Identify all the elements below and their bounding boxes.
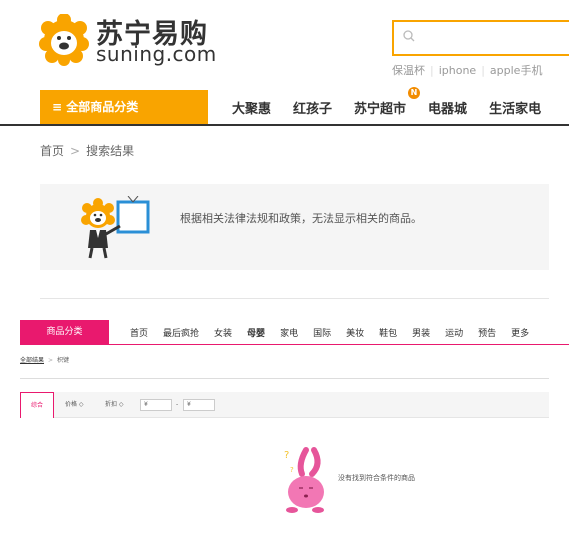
nav2-item[interactable]: 美妆 [346, 326, 364, 339]
nav2-item[interactable]: 女装 [214, 326, 232, 339]
results-divider [20, 378, 549, 379]
nav2-item[interactable]: 最后疯抢 [163, 326, 199, 339]
price-range-separator: - [176, 401, 179, 408]
chevron-right-icon: > [70, 144, 81, 158]
main-nav-bar: ≡ 全部商品分类 大聚惠 红孩子 苏宁超市 N 电器城 生活家电 [0, 86, 569, 126]
empty-results-message: 没有找到符合条件的商品 [338, 474, 415, 482]
lion-mascot-sign-icon [81, 196, 150, 259]
nav2-item[interactable]: 运动 [445, 326, 463, 339]
nav2-item[interactable]: 国际 [313, 326, 331, 339]
breadcrumb: 首页 > 搜索结果 [40, 142, 134, 159]
pink-rabbit-empty-icon: ? ? [284, 447, 324, 513]
results-breadcrumb: 全部结果 > 枳键 [20, 355, 69, 364]
nav-item-home-appliance[interactable]: 生活家电 [489, 98, 541, 117]
main-nav-links: 大聚惠 红孩子 苏宁超市 N 电器城 生活家电 [232, 86, 563, 124]
breadcrumb-current: 搜索结果 [86, 144, 135, 158]
sort-bar: 综合 价格 ◇ 折扣 ◇ ¥ - ¥ [20, 392, 549, 418]
suning-lion-logo-icon [39, 14, 89, 66]
nav-item-juhui[interactable]: 大聚惠 [232, 98, 271, 117]
hot-word-link[interactable]: iphone [439, 64, 476, 77]
max-price-input[interactable]: ¥ [183, 399, 215, 411]
notice-text: 根据相关法律法规和政策，无法显示相关的商品。 [180, 212, 422, 225]
hot-search-words: 保温杯 | iphone | apple手机 [392, 64, 543, 77]
nav-item-supermarket[interactable]: 苏宁超市 N [354, 86, 421, 117]
min-price-input[interactable]: ¥ [140, 399, 172, 411]
new-badge: N [408, 86, 421, 99]
search-input[interactable] [392, 20, 569, 56]
nav2-item[interactable]: 更多 [511, 326, 529, 339]
hot-word-link[interactable]: apple手机 [490, 64, 543, 77]
svg-text:?: ? [290, 466, 294, 474]
nav2-item[interactable]: 男装 [412, 326, 430, 339]
svg-text:?: ? [284, 450, 289, 461]
search-keyword: 枳键 [57, 357, 70, 364]
sort-discount-button[interactable]: 折扣 ◇ [105, 392, 124, 418]
search-icon [403, 30, 415, 42]
suning-logo[interactable]: 苏宁易购 suning.com [38, 12, 218, 68]
nav2-item[interactable]: 预告 [478, 326, 496, 339]
nav2-item[interactable]: 首页 [130, 326, 148, 339]
all-results-link[interactable]: 全部结果 [20, 357, 44, 364]
breadcrumb-home-link[interactable]: 首页 [40, 144, 64, 158]
nav-item-label: 苏宁超市 [354, 101, 407, 117]
nav2-underline [20, 344, 569, 345]
nav-item-appliance-city[interactable]: 电器城 [428, 98, 467, 117]
nav2-item[interactable]: 母婴 [247, 326, 265, 339]
sort-price-button[interactable]: 价格 ◇ [65, 392, 84, 418]
logo-en-text: suning.com [96, 42, 217, 66]
nav2-item[interactable]: 鞋包 [379, 326, 397, 339]
section-divider [40, 298, 549, 299]
all-categories-button[interactable]: ≡ 全部商品分类 [40, 90, 208, 124]
chevron-right-icon: > [48, 357, 54, 364]
product-category-button[interactable]: 商品分类 [20, 320, 109, 344]
notice-panel: 根据相关法律法规和政策，无法显示相关的商品。 [40, 184, 549, 270]
hot-word-link[interactable]: 保温杯 [392, 64, 425, 77]
nav-item-honghaizi[interactable]: 红孩子 [293, 98, 332, 117]
secondary-nav: 首页 最后疯抢 女装 母婴 家电 国际 美妆 鞋包 男装 运动 预告 更多 [130, 320, 544, 344]
sort-comprehensive-tab[interactable]: 综合 [20, 392, 54, 418]
nav2-item[interactable]: 家电 [280, 326, 298, 339]
